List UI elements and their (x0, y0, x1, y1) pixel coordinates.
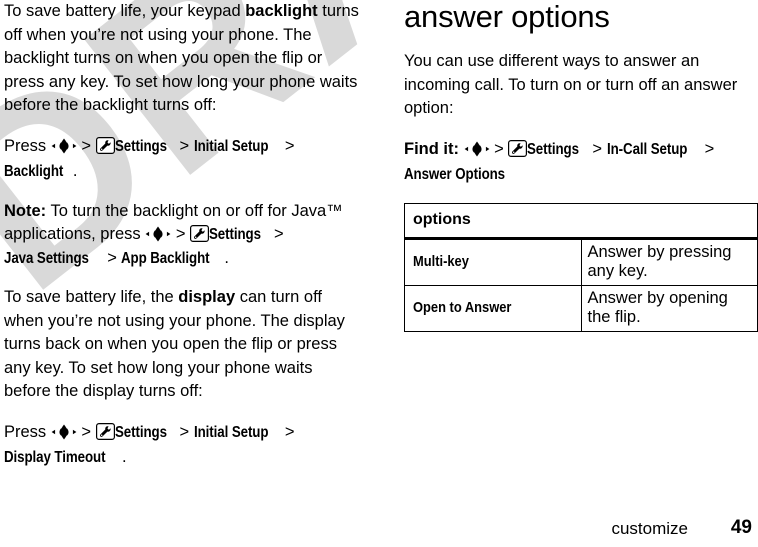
right-column: answer options You can use different way… (404, 0, 758, 332)
nav-display-step3: Display Timeout (4, 448, 106, 466)
nav-backlight-lead: Press (4, 136, 51, 155)
paragraph-backlight-part1: To save battery life, your keypad (4, 2, 246, 20)
paragraph-intro: You can use different ways to answer an … (404, 52, 738, 117)
nav-display-settings: Settings (114, 423, 167, 441)
nav-backlight-step2: Initial Setup (193, 137, 269, 155)
find-it-sep2: > (587, 139, 607, 158)
option-key: Multi-key (404, 237, 582, 286)
footer-section-label: customize (611, 519, 688, 538)
find-it-sep3: > (700, 139, 715, 158)
paragraph-backlight-bold1: backlight (245, 2, 318, 20)
option-value: Answer by opening the flip. (580, 284, 758, 332)
navigation-key-icon (464, 141, 490, 157)
navigation-key-icon (51, 424, 77, 440)
nav-display-sep3: > (280, 422, 295, 441)
manual-page: To save battery life, your keypad backli… (0, 0, 758, 547)
nav-path-backlight: Press > Settings > Initial Setup > Backl… (4, 134, 362, 184)
nav-display-step2: Initial Setup (193, 423, 269, 441)
option-key-label: Open to Answer (413, 299, 512, 316)
navigation-key-icon (145, 226, 171, 242)
nav-display-sep2: > (174, 422, 194, 441)
find-it-step3: Answer Options (404, 165, 506, 183)
note-java-period: . (224, 248, 229, 267)
nav-backlight-sep1: > (76, 136, 96, 155)
paragraph-backlight: To save battery life, your keypad backli… (4, 0, 362, 118)
option-key-label: Multi-key (413, 253, 469, 270)
settings-wrench-icon (190, 225, 210, 243)
table-row: Open to Answer Answer by opening the fli… (404, 284, 758, 332)
settings-wrench-icon (508, 139, 528, 157)
nav-display-sep1: > (76, 422, 96, 441)
nav-backlight-settings: Settings (114, 137, 167, 155)
nav-path-display: Press > Settings > Initial Setup > Displ… (4, 420, 362, 470)
table-row: Multi-key Answer by pressing any key. (404, 237, 758, 286)
option-value: Answer by pressing any key. (580, 237, 758, 286)
find-it-sep1: > (489, 139, 509, 158)
note-java: Note: To turn the backlight on or off fo… (4, 200, 362, 271)
find-it-settings: Settings (527, 140, 580, 158)
option-key: Open to Answer (404, 284, 582, 332)
nav-backlight-step3: Backlight (4, 162, 64, 180)
note-java-step2: Java Settings (4, 249, 89, 267)
page-footer: customize 49 (0, 511, 758, 539)
page-title: answer options (404, 0, 610, 34)
left-column: To save battery life, your keypad backli… (4, 0, 362, 486)
note-java-sep1: > (171, 225, 191, 243)
settings-wrench-icon (95, 136, 115, 154)
options-table: options Multi-key Answer by pressing any… (404, 202, 758, 332)
find-it-path: Find it: > Settings > In-Call Setup > An… (404, 137, 758, 187)
nav-backlight-period: . (72, 161, 78, 180)
footer-page-number: 49 (730, 517, 752, 538)
settings-wrench-icon (95, 422, 115, 440)
find-it-label: Find it: (404, 139, 459, 158)
options-table-header-row: options (404, 202, 758, 240)
paragraph-display-bold1: display (178, 288, 236, 306)
find-it-step2: In-Call Setup (606, 140, 687, 158)
nav-display-lead: Press (4, 422, 51, 441)
nav-display-period: . (121, 447, 127, 466)
note-label: Note: (4, 201, 47, 220)
note-java-sep2: > (269, 225, 284, 243)
note-java-step3: App Backlight (121, 249, 210, 267)
note-java-settings: Settings (209, 226, 261, 243)
navigation-key-icon (51, 138, 77, 154)
nav-backlight-sep3: > (280, 136, 295, 155)
note-java-sep3: > (102, 248, 122, 267)
options-table-header-label: options (404, 202, 758, 240)
paragraph-display-part1: To save battery life, the (4, 288, 179, 306)
paragraph-display: To save battery life, the display can tu… (4, 286, 362, 404)
nav-backlight-sep2: > (174, 136, 194, 155)
